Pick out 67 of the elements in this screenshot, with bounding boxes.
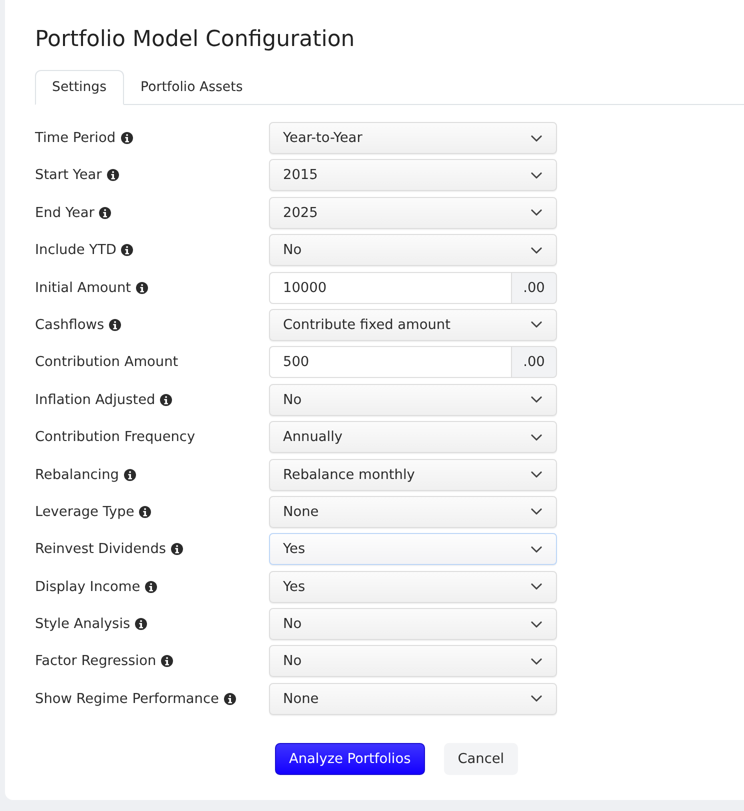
info-icon[interactable] xyxy=(120,132,133,144)
select-dropdown[interactable]: Yes xyxy=(269,533,557,566)
info-icon[interactable] xyxy=(135,618,148,630)
select-dropdown[interactable]: No xyxy=(269,645,557,678)
chevron-down-icon xyxy=(531,434,542,441)
select-dropdown[interactable]: Rebalance monthly xyxy=(269,458,557,491)
page-title: Portfolio Model Configuration xyxy=(35,26,356,54)
field-label: Cashflows xyxy=(35,316,104,333)
select-dropdown[interactable]: 2025 xyxy=(269,196,557,229)
chevron-down-icon xyxy=(531,396,542,404)
info-icon[interactable] xyxy=(99,206,112,219)
field-label: Style Analysis xyxy=(35,616,130,632)
chevron-down-icon xyxy=(531,620,542,628)
field-label: Contribution Amount xyxy=(35,354,178,370)
chevron-down-icon xyxy=(531,546,542,553)
info-icon[interactable] xyxy=(171,543,184,556)
field-label: Factor Regression xyxy=(35,653,156,670)
field-label: Inflation Adjusted xyxy=(35,392,156,408)
field-label: Time Period xyxy=(35,130,116,146)
field-label: Include YTD xyxy=(35,242,116,258)
decimal-addon: .00 xyxy=(511,272,557,304)
select-dropdown[interactable]: Year-to-Year xyxy=(269,122,557,154)
chevron-down-icon xyxy=(531,508,542,516)
info-icon[interactable] xyxy=(160,394,172,406)
info-icon[interactable] xyxy=(121,244,134,256)
analyze-button[interactable]: Analyze Portfolios xyxy=(275,742,425,775)
select-dropdown[interactable]: No xyxy=(269,234,557,266)
info-icon[interactable] xyxy=(109,318,122,331)
info-icon[interactable] xyxy=(139,506,152,518)
field-label: Start Year xyxy=(35,167,102,184)
cancel-button[interactable]: Cancel xyxy=(444,742,518,775)
select-dropdown[interactable]: No xyxy=(269,608,557,640)
info-icon[interactable] xyxy=(145,580,158,593)
field-label: Show Regime Performance xyxy=(35,690,219,707)
tab[interactable]: Portfolio Assets xyxy=(124,70,260,105)
chevron-down-icon xyxy=(531,209,542,216)
chevron-down-icon xyxy=(531,471,542,478)
select-dropdown[interactable]: Annually xyxy=(269,421,557,454)
field-label: Contribution Frequency xyxy=(35,429,196,446)
amount-input[interactable]: 10000 xyxy=(269,272,511,304)
field-label: Leverage Type xyxy=(35,504,134,520)
field-label: Initial Amount xyxy=(35,280,132,296)
chevron-down-icon xyxy=(531,583,542,590)
field-label: Reinvest Dividends xyxy=(35,541,166,558)
info-icon[interactable] xyxy=(161,655,174,668)
chevron-down-icon xyxy=(531,134,542,142)
select-dropdown[interactable]: 2015 xyxy=(269,159,557,192)
info-icon[interactable] xyxy=(124,468,136,481)
tab[interactable]: Settings xyxy=(35,70,124,105)
select-dropdown[interactable]: None xyxy=(269,496,557,528)
field-label: Rebalancing xyxy=(35,466,119,483)
chevron-down-icon xyxy=(531,172,542,179)
field-label: Display Income xyxy=(35,578,140,595)
chevron-down-icon xyxy=(531,321,542,328)
select-dropdown[interactable]: Contribute fixed amount xyxy=(269,308,557,341)
chevron-down-icon xyxy=(531,658,542,665)
field-label: End Year xyxy=(35,204,94,221)
info-icon[interactable] xyxy=(136,282,148,294)
info-icon[interactable] xyxy=(224,692,236,705)
select-dropdown[interactable]: No xyxy=(269,384,557,416)
chevron-down-icon xyxy=(531,246,542,254)
select-dropdown[interactable]: None xyxy=(269,682,557,715)
info-icon[interactable] xyxy=(106,169,119,182)
decimal-addon: .00 xyxy=(511,346,557,378)
select-dropdown[interactable]: Yes xyxy=(269,570,557,603)
amount-input[interactable]: 500 xyxy=(269,346,511,378)
chevron-down-icon xyxy=(531,695,542,702)
